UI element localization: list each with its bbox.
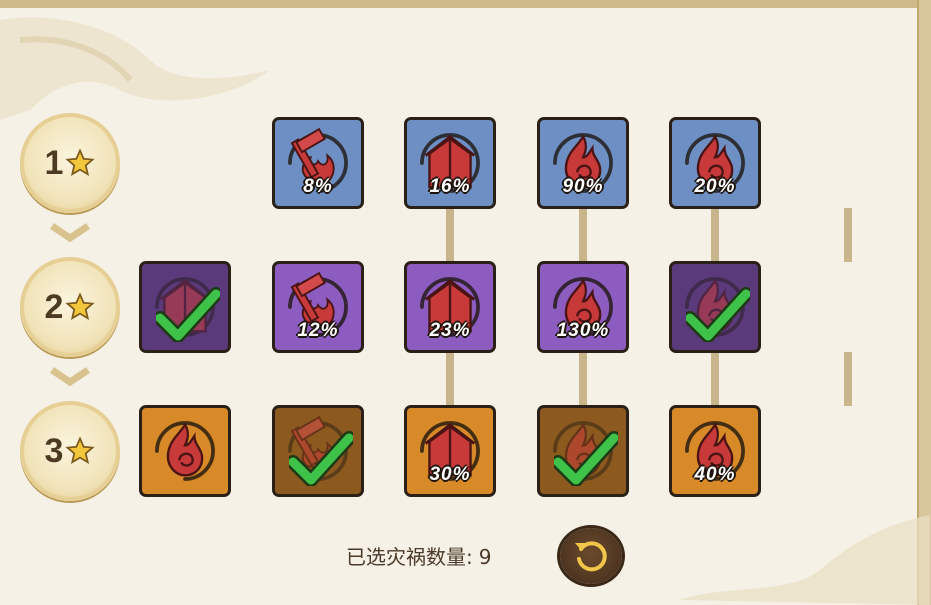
tier-2-badge: 2 <box>20 257 120 357</box>
tier-1-badge: 1 <box>20 113 120 213</box>
disaster-tile[interactable]: 130% <box>537 261 629 353</box>
disaster-tile[interactable] <box>669 261 761 353</box>
disaster-tile[interactable] <box>139 405 231 497</box>
spiral-flame-icon <box>155 421 215 481</box>
disaster-tile[interactable] <box>272 405 364 497</box>
checkmark-icon <box>686 287 750 342</box>
tier-3-badge: 3 <box>20 401 120 501</box>
chevron-down-icon <box>50 223 90 243</box>
disaster-tile[interactable]: 23% <box>404 261 496 353</box>
checkmark-icon <box>156 287 220 342</box>
disaster-tile[interactable]: 90% <box>537 117 629 209</box>
disaster-tile[interactable]: 16% <box>404 117 496 209</box>
tile-percent: 12% <box>297 320 339 341</box>
tile-percent: 90% <box>562 176 604 197</box>
chevron-down-icon <box>50 367 90 387</box>
disaster-tile[interactable] <box>139 261 231 353</box>
tile-percent: 40% <box>694 464 736 485</box>
selected-count-text: 已选灾祸数量: <box>346 545 473 569</box>
tile-percent: 130% <box>556 320 610 341</box>
selected-count-value: 9 <box>478 545 492 569</box>
tile-percent: 23% <box>429 320 471 341</box>
tile-percent: 16% <box>429 176 471 197</box>
checkmark-icon <box>289 431 353 486</box>
star-icon <box>65 292 96 321</box>
disaster-tile[interactable]: 30% <box>404 405 496 497</box>
disaster-tile[interactable]: 12% <box>272 261 364 353</box>
tier-number: 3 <box>44 431 64 470</box>
checkmark-icon <box>554 431 618 486</box>
disaster-tile[interactable]: 20% <box>669 117 761 209</box>
disaster-selection-panel: 1 2 3 8% 16% 90% 20% 12% 23% 130% 30% 40% 已选灾祸数量… <box>0 0 931 605</box>
selected-count-label: 已选灾祸数量: 9 <box>346 541 491 570</box>
star-icon <box>65 148 96 177</box>
refresh-icon <box>575 541 607 572</box>
disaster-tile[interactable] <box>537 405 629 497</box>
star-icon <box>65 436 96 465</box>
disaster-tile[interactable]: 40% <box>669 405 761 497</box>
tier-number: 2 <box>44 287 64 326</box>
reset-button[interactable] <box>560 528 622 584</box>
tier-number: 1 <box>44 143 64 182</box>
tile-percent: 20% <box>694 176 736 197</box>
tile-percent: 8% <box>303 176 333 197</box>
tile-percent: 30% <box>429 464 471 485</box>
disaster-tile[interactable]: 8% <box>272 117 364 209</box>
